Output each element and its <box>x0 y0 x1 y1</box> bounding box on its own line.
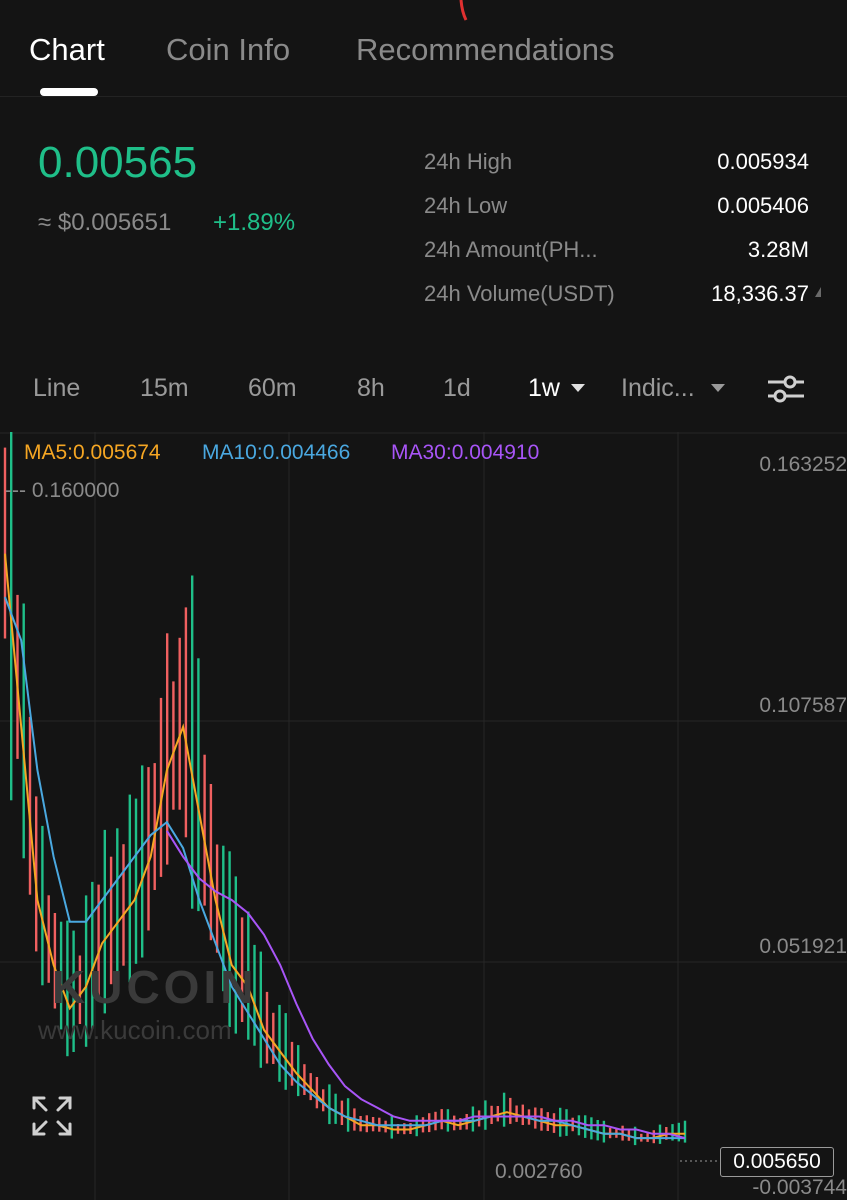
sliders-icon[interactable] <box>766 374 806 404</box>
candle <box>215 844 219 953</box>
ma5-indicator: MA5:0.005674 <box>24 441 161 464</box>
candle <box>471 1106 475 1132</box>
candle <box>134 798 138 964</box>
candle <box>128 794 131 983</box>
candle <box>122 844 125 966</box>
candle <box>278 1004 281 1082</box>
tab-recommendations[interactable]: Recommendations <box>356 32 614 68</box>
timeframe-15m[interactable]: 15m <box>140 374 189 403</box>
candle <box>534 1107 537 1129</box>
timeframe-1d[interactable]: 1d <box>443 374 471 403</box>
candle <box>265 991 269 1064</box>
candle <box>147 767 150 931</box>
candle <box>484 1100 487 1130</box>
stat-value-24h-volume: 18,336.37 <box>711 281 809 306</box>
timeframe-8h[interactable]: 8h <box>357 374 385 403</box>
chevron-down-icon <box>711 384 725 392</box>
price-chart[interactable] <box>0 432 847 1200</box>
candle <box>172 681 175 810</box>
candle <box>159 697 163 877</box>
corner-triangle-icon <box>815 287 821 297</box>
candle <box>340 1100 344 1125</box>
candle <box>328 1084 331 1125</box>
candle <box>141 765 144 958</box>
price-change: +1.89% <box>213 209 296 236</box>
candle <box>197 658 200 912</box>
y-axis-label: 0.051921 <box>759 935 847 958</box>
candle <box>3 447 7 639</box>
indicators-dropdown[interactable]: Indic... <box>621 374 695 403</box>
timeframe-line[interactable]: Line <box>33 374 80 403</box>
y-axis-label: -0.003744 <box>752 1176 847 1199</box>
y-axis-label: 0.107587 <box>759 694 847 717</box>
candle <box>259 951 262 1068</box>
stat-label-24h-high: 24h High <box>424 149 513 174</box>
stat-value-24h-low: 0.005406 <box>717 193 809 218</box>
ma-line-ma10 <box>4 596 685 1140</box>
stat-label-24h-volume: 24h Volume(USDT) <box>424 281 615 306</box>
ma-line-ma5 <box>4 553 685 1140</box>
timeframe-60m[interactable]: 60m <box>248 374 297 403</box>
current-price-marker: 0.005650 <box>720 1147 834 1177</box>
candle <box>178 637 181 810</box>
candle <box>490 1105 493 1124</box>
tab-coin-info[interactable]: Coin Info <box>166 32 290 68</box>
candle <box>590 1117 593 1140</box>
candle <box>596 1120 599 1141</box>
stat-label-24h-low: 24h Low <box>424 193 508 218</box>
expand-icon[interactable] <box>30 1094 74 1138</box>
candle <box>284 1013 287 1090</box>
moving-average-lines <box>4 553 686 1140</box>
stat-value-24h-high: 0.005934 <box>717 149 809 174</box>
stat-value-24h-amount: 3.28M <box>747 237 809 262</box>
candle <box>540 1108 543 1131</box>
last-price: 0.00565 <box>38 138 198 187</box>
watermark-url: www.kucoin.com <box>38 1015 232 1045</box>
candle <box>297 1045 300 1097</box>
active-tab-indicator <box>40 88 98 96</box>
chart-low-label: 0.002760 <box>495 1160 583 1183</box>
candle <box>390 1114 393 1139</box>
tab-bar: Chart Coin Info Recommendations <box>0 0 847 97</box>
candle <box>577 1115 581 1136</box>
stat-label-24h-amount: 24h Amount(PH... <box>424 237 598 262</box>
candle <box>41 825 44 986</box>
chevron-down-icon <box>571 384 585 392</box>
candle <box>209 784 213 941</box>
candle <box>584 1115 587 1138</box>
candle <box>334 1093 337 1124</box>
candle <box>521 1104 524 1125</box>
candle <box>22 603 25 859</box>
timeframe-1w[interactable]: 1w <box>528 374 560 403</box>
watermark-logo: KUCOIN <box>52 961 258 1013</box>
y-axis-label: 0.163252 <box>759 453 847 476</box>
candle <box>602 1120 606 1143</box>
candle <box>166 633 169 865</box>
candle <box>365 1115 368 1133</box>
candle <box>440 1109 443 1130</box>
candle <box>683 1120 687 1143</box>
candle <box>184 607 188 838</box>
candle <box>502 1092 506 1127</box>
candle <box>552 1113 556 1133</box>
candle <box>509 1097 512 1124</box>
chart-high-label: --- 0.160000 <box>5 479 120 502</box>
tab-chart[interactable]: Chart <box>29 32 105 68</box>
candle <box>621 1125 624 1141</box>
candle <box>346 1098 350 1132</box>
ma30-indicator: MA30:0.004910 <box>391 441 540 464</box>
candle <box>428 1113 431 1133</box>
candle <box>315 1077 319 1109</box>
fiat-price: ≈ $0.005651 <box>38 209 172 236</box>
ma10-indicator: MA10:0.004466 <box>202 441 351 464</box>
candle <box>191 575 194 909</box>
